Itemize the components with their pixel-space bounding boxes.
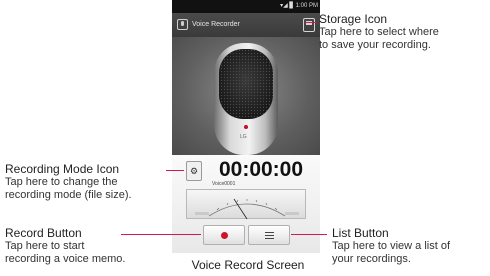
level-meter (186, 189, 306, 220)
mode-callout-title: Recording Mode Icon (5, 162, 120, 176)
record-callout-title: Record Button (5, 226, 82, 240)
recording-timer: 00:00:00 (218, 158, 304, 181)
list-icon (265, 232, 274, 239)
status-time: 1:00 PM (295, 3, 318, 9)
app-title-bar: Voice Recorder (172, 13, 320, 37)
recording-filename: Voice0001 (212, 181, 236, 187)
mic-led (244, 125, 248, 129)
mic-brand-label: LG (240, 134, 247, 140)
mode-leader-line (166, 170, 184, 171)
mode-callout-line-1: Tap here to change the (5, 176, 118, 188)
recorder-control-panel: ⚙ 00:00:00 Voice0001 (172, 155, 320, 253)
record-dot-icon (221, 232, 228, 239)
status-icons: ▾◢ ▊ (280, 3, 294, 9)
phone-screen: ▾◢ ▊ 1:00 PM Voice Recorder LG ⚙ 00:00:0… (172, 0, 320, 253)
status-bar: ▾◢ ▊ 1:00 PM (172, 0, 320, 13)
list-callout: List Button Tap here to view a list of y… (332, 227, 450, 266)
list-callout-title: List Button (332, 226, 389, 240)
list-callout-line-1: Tap here to view a list of (332, 240, 451, 252)
voice-recorder-app-icon (177, 19, 188, 30)
record-callout-line-2: recording a voice memo. (5, 253, 126, 265)
record-button[interactable] (203, 225, 245, 245)
storage-callout-line-1: Tap here to select where (319, 26, 439, 38)
storage-leader-line (305, 22, 317, 23)
microphone-visual: LG (172, 37, 320, 155)
storage-icon[interactable] (303, 18, 315, 32)
mode-callout: Recording Mode Icon Tap here to change t… (5, 163, 132, 202)
storage-callout-line-2: to save your recording. (319, 39, 431, 51)
recording-mode-icon[interactable]: ⚙ (186, 161, 202, 181)
app-title: Voice Recorder (192, 21, 240, 28)
record-leader-line (121, 234, 201, 235)
list-button[interactable] (248, 225, 290, 245)
mode-callout-line-2: recording mode (file size). (5, 189, 132, 201)
record-callout: Record Button Tap here to start recordin… (5, 227, 125, 266)
list-leader-line (291, 234, 327, 235)
record-callout-line-1: Tap here to start (5, 240, 85, 252)
meter-needle (233, 198, 248, 220)
storage-callout-title: Storage Icon (319, 12, 388, 26)
screen-caption: Voice Record Screen (191, 258, 305, 272)
list-callout-line-2: your recordings. (332, 253, 411, 265)
storage-callout: Storage Icon Tap here to select where to… (319, 13, 439, 52)
